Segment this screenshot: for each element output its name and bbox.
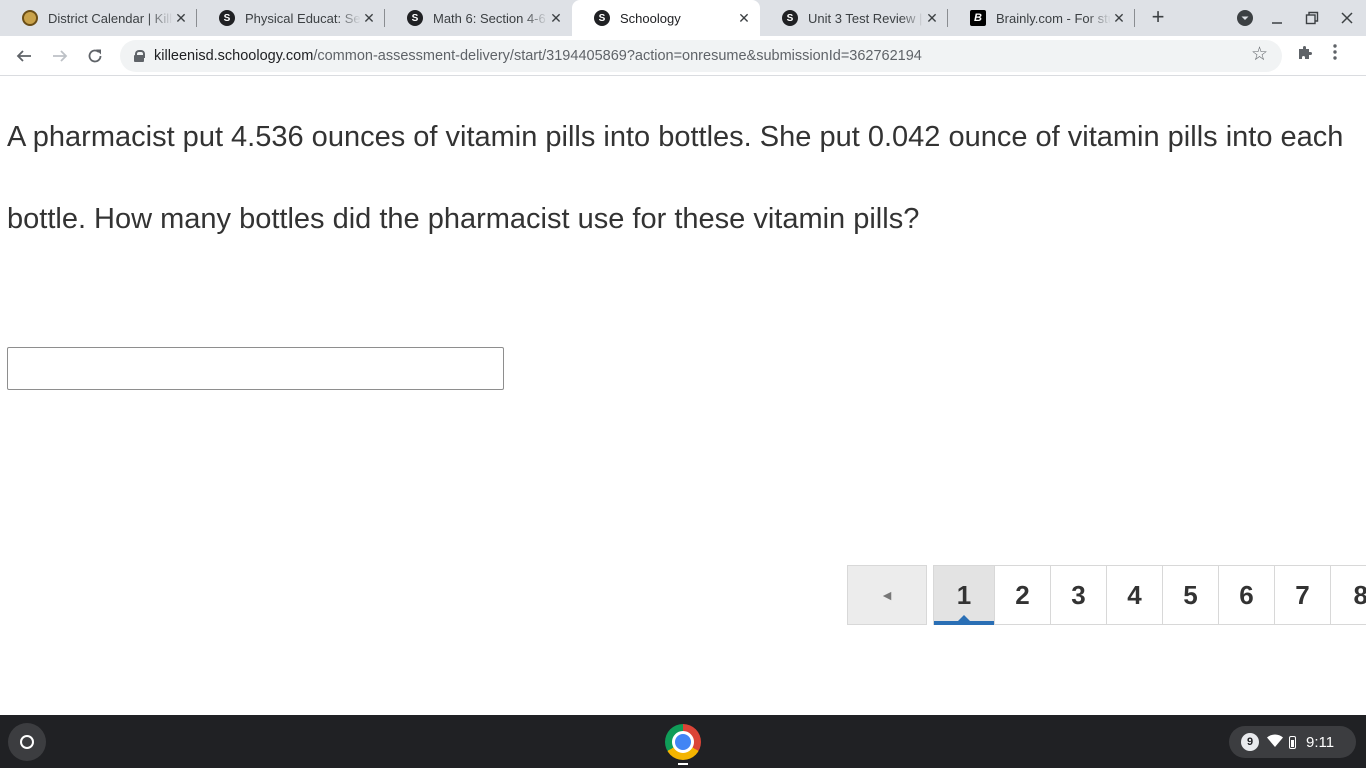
tab-title: Brainly.com - For students xyxy=(996,10,1111,26)
page-button-6[interactable]: 6 xyxy=(1219,565,1275,625)
schoology-icon: S xyxy=(219,10,235,26)
tab-physical-education[interactable]: S Physical Educat: Section ✕ xyxy=(197,0,385,36)
close-icon[interactable]: ✕ xyxy=(173,10,189,27)
bookmark-star-icon[interactable]: ☆ xyxy=(1251,43,1268,66)
chrome-app-icon[interactable] xyxy=(665,724,701,760)
question-pagination: 1 2 3 4 5 6 7 8 xyxy=(933,565,1366,625)
forward-arrow-icon[interactable] xyxy=(48,44,72,68)
browser-toolbar: killeenisd.schoology.com/common-assessme… xyxy=(0,36,1366,76)
launcher-circle-icon[interactable] xyxy=(8,723,46,761)
previous-question-button[interactable]: ◄ xyxy=(847,565,927,625)
tab-strip: District Calendar | Killeen ISD ✕ S Phys… xyxy=(0,0,1366,36)
page-button-3[interactable]: 3 xyxy=(1051,565,1107,625)
new-tab-button[interactable]: + xyxy=(1146,6,1170,30)
minimize-icon[interactable] xyxy=(1267,8,1287,28)
tab-title: Schoology xyxy=(620,10,681,26)
schoology-icon: S xyxy=(594,10,610,26)
reload-icon[interactable] xyxy=(83,44,107,68)
running-indicator xyxy=(678,763,688,765)
status-tray[interactable]: 9 9:11 xyxy=(1229,726,1356,758)
tab-search-icon[interactable] xyxy=(1235,8,1255,28)
restore-icon[interactable] xyxy=(1302,8,1322,28)
page-button-1[interactable]: 1 xyxy=(933,565,995,625)
close-icon[interactable]: ✕ xyxy=(548,10,564,27)
tab-title: Math 6: Section 4-6 xyxy=(433,10,546,26)
page-button-4[interactable]: 4 xyxy=(1107,565,1163,625)
url-path: /common-assessment-delivery/start/319440… xyxy=(313,48,922,64)
schoology-icon: S xyxy=(407,10,423,26)
address-bar[interactable]: killeenisd.schoology.com/common-assessme… xyxy=(120,40,1282,72)
schoology-icon: S xyxy=(782,10,798,26)
extensions-puzzle-icon[interactable] xyxy=(1296,44,1314,67)
close-icon[interactable]: ✕ xyxy=(736,10,752,27)
close-window-icon[interactable] xyxy=(1337,8,1357,28)
battery-icon xyxy=(1289,735,1296,749)
os-shelf: 9 9:11 xyxy=(0,715,1366,768)
tab-math-6[interactable]: S Math 6: Section 4-6 ✕ xyxy=(385,0,572,36)
district-seal-icon xyxy=(22,10,38,26)
tab-district-calendar[interactable]: District Calendar | Killeen ISD ✕ xyxy=(0,0,197,36)
notification-count-badge: 9 xyxy=(1241,733,1259,751)
tab-title: Physical Educat: Section xyxy=(245,10,361,26)
url-domain: killeenisd.schoology.com xyxy=(154,48,314,64)
close-icon[interactable]: ✕ xyxy=(361,10,377,27)
question-text: A pharmacist put 4.536 ounces of vitamin… xyxy=(7,121,1344,235)
tab-title: District Calendar | Killeen ISD xyxy=(48,10,173,26)
wifi-icon xyxy=(1267,733,1283,751)
page-button-5[interactable]: 5 xyxy=(1163,565,1219,625)
clock-time: 9:11 xyxy=(1306,733,1335,751)
tab-unit-3-test-review[interactable]: S Unit 3 Test Review | Schoology ✕ xyxy=(760,0,948,36)
menu-kebab-icon[interactable] xyxy=(1333,44,1337,65)
page-button-7[interactable]: 7 xyxy=(1275,565,1331,625)
close-icon[interactable]: ✕ xyxy=(924,10,940,27)
left-triangle-icon: ◄ xyxy=(880,587,894,603)
page-button-2[interactable]: 2 xyxy=(995,565,1051,625)
brainly-icon: B xyxy=(970,10,986,26)
answer-input[interactable] xyxy=(7,347,504,390)
close-icon[interactable]: ✕ xyxy=(1111,10,1127,27)
page-button-8[interactable]: 8 xyxy=(1331,565,1366,625)
lock-icon[interactable] xyxy=(134,50,145,62)
tab-title: Unit 3 Test Review | Schoology xyxy=(808,10,924,26)
tab-brainly[interactable]: B Brainly.com - For students ✕ xyxy=(948,0,1135,36)
tab-schoology[interactable]: S Schoology ✕ xyxy=(572,0,760,36)
back-arrow-icon[interactable] xyxy=(12,44,36,68)
